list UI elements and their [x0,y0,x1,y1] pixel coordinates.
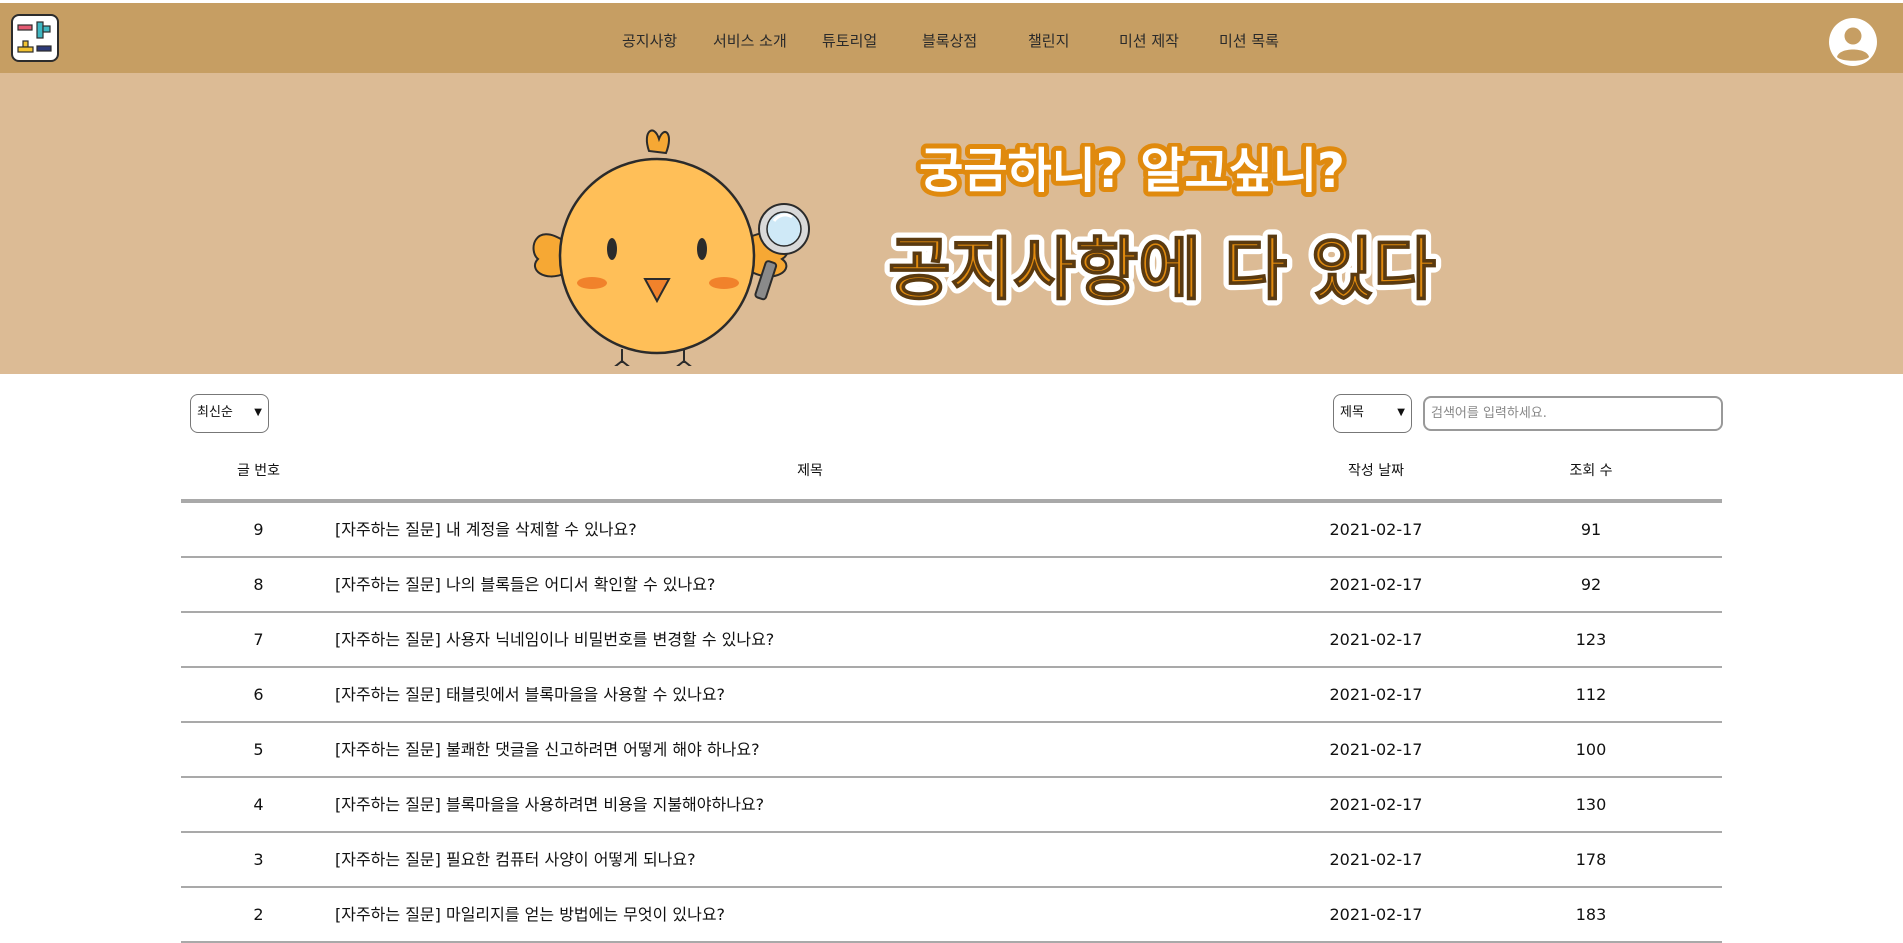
logo-blocks-icon [17,21,52,53]
row-date: 2021-02-17 [1329,575,1423,594]
row-date: 2021-02-17 [1329,630,1423,649]
nav-tutorial[interactable]: 튜토리얼 [822,3,877,73]
chick-mascot-icon [532,129,810,366]
search-field-select[interactable]: 제목 ▼ [1333,394,1412,433]
header-title: 제목 [797,463,823,479]
table-row[interactable]: 3 [자주하는 질문] 필요한 컴퓨터 사양이 어떻게 되나요? 2021-02… [181,833,1722,888]
table-header: 글 번호 제목 작성 날짜 조회 수 [181,454,1722,503]
table-row[interactable]: 2 [자주하는 질문] 마일리지를 얻는 방법에는 무엇이 있나요? 2021-… [181,888,1722,943]
row-number: 9 [253,520,264,539]
table-row[interactable]: 5 [자주하는 질문] 불쾌한 댓글을 신고하려면 어떻게 해야 하나요? 20… [181,723,1722,778]
row-date: 2021-02-17 [1329,685,1423,704]
row-views: 130 [1575,795,1607,814]
chevron-down-icon: ▼ [1397,407,1405,418]
table-row[interactable]: 4 [자주하는 질문] 블록마을을 사용하려면 비용을 지불해야하나요? 202… [181,778,1722,833]
hero-banner: 궁금하니? 알고싶니? 궁금하니? 알고싶니? 공지사항에 다 있다 공지사항에… [0,73,1903,374]
row-title-link[interactable]: [자주하는 질문] 불쾌한 댓글을 신고하려면 어떻게 해야 하나요? [335,723,1235,776]
nav-service-intro[interactable]: 서비스 소개 [713,3,787,73]
header-views: 조회 수 [1569,463,1613,479]
row-date: 2021-02-17 [1329,520,1423,539]
row-number: 7 [253,630,264,649]
table-row[interactable]: 9 [자주하는 질문] 내 계정을 삭제할 수 있나요? 2021-02-17 … [181,503,1722,558]
list-controls: 최신순 ▼ 제목 ▼ [0,374,1903,454]
row-title-link[interactable]: [자주하는 질문] 사용자 닉네임이나 비밀번호를 변경할 수 있나요? [335,613,1235,666]
row-views: 123 [1575,630,1607,649]
header-number: 글 번호 [236,463,281,479]
banner-headline: 궁금하니? 알고싶니? 궁금하니? 알고싶니? 공지사항에 다 있다 공지사항에… [882,143,1442,313]
row-date: 2021-02-17 [1329,850,1423,869]
table-row[interactable]: 6 [자주하는 질문] 태블릿에서 블록마을을 사용할 수 있나요? 2021-… [181,668,1722,723]
row-views: 183 [1575,905,1607,924]
search-input[interactable] [1423,396,1723,431]
row-title-link[interactable]: [자주하는 질문] 내 계정을 삭제할 수 있나요? [335,503,1235,556]
nav-mission-list[interactable]: 미션 목록 [1219,3,1279,73]
nav-challenge[interactable]: 챌린지 [1028,3,1069,73]
row-views: 92 [1580,575,1602,594]
row-number: 4 [253,795,264,814]
row-date: 2021-02-17 [1329,740,1423,759]
chevron-down-icon: ▼ [254,407,262,418]
banner-line2: 공지사항에 다 있다 [888,231,1436,310]
table-row[interactable]: 7 [자주하는 질문] 사용자 닉네임이나 비밀번호를 변경할 수 있나요? 2… [181,613,1722,668]
row-number: 3 [253,850,264,869]
row-number: 8 [253,575,264,594]
row-number: 5 [253,740,264,759]
row-title-link[interactable]: [자주하는 질문] 마일리지를 얻는 방법에는 무엇이 있나요? [335,888,1235,941]
nav-mission-create[interactable]: 미션 제작 [1119,3,1179,73]
sort-order-value: 최신순 [197,405,233,420]
row-title-link[interactable]: [자주하는 질문] 나의 블록들은 어디서 확인할 수 있나요? [335,558,1235,611]
row-title-link[interactable]: [자주하는 질문] 필요한 컴퓨터 사양이 어떻게 되나요? [335,833,1235,886]
row-number: 6 [253,685,264,704]
banner-line1: 궁금하니? 알고싶니? [919,143,1345,199]
navbar: 공지사항 서비스 소개 튜토리얼 블록상점 챌린지 미션 제작 미션 목록 [0,3,1903,73]
site-logo[interactable] [11,14,59,62]
row-title-link[interactable]: [자주하는 질문] 태블릿에서 블록마을을 사용할 수 있나요? [335,668,1235,721]
notice-table: 글 번호 제목 작성 날짜 조회 수 9 [자주하는 질문] 내 계정을 삭제할… [181,454,1722,943]
header-date: 작성 날짜 [1348,463,1404,479]
row-views: 112 [1575,685,1607,704]
nav-notice[interactable]: 공지사항 [622,3,677,73]
row-number: 2 [253,905,264,924]
row-title-link[interactable]: [자주하는 질문] 블록마을을 사용하려면 비용을 지불해야하나요? [335,778,1235,831]
row-views: 91 [1580,520,1602,539]
user-avatar-icon[interactable] [1828,17,1878,67]
search-field-value: 제목 [1340,405,1364,420]
row-date: 2021-02-17 [1329,905,1423,924]
row-views: 100 [1575,740,1607,759]
nav-block-shop[interactable]: 블록상점 [922,3,977,73]
row-views: 178 [1575,850,1607,869]
sort-order-select[interactable]: 최신순 ▼ [190,394,269,433]
row-date: 2021-02-17 [1329,795,1423,814]
table-row[interactable]: 8 [자주하는 질문] 나의 블록들은 어디서 확인할 수 있나요? 2021-… [181,558,1722,613]
